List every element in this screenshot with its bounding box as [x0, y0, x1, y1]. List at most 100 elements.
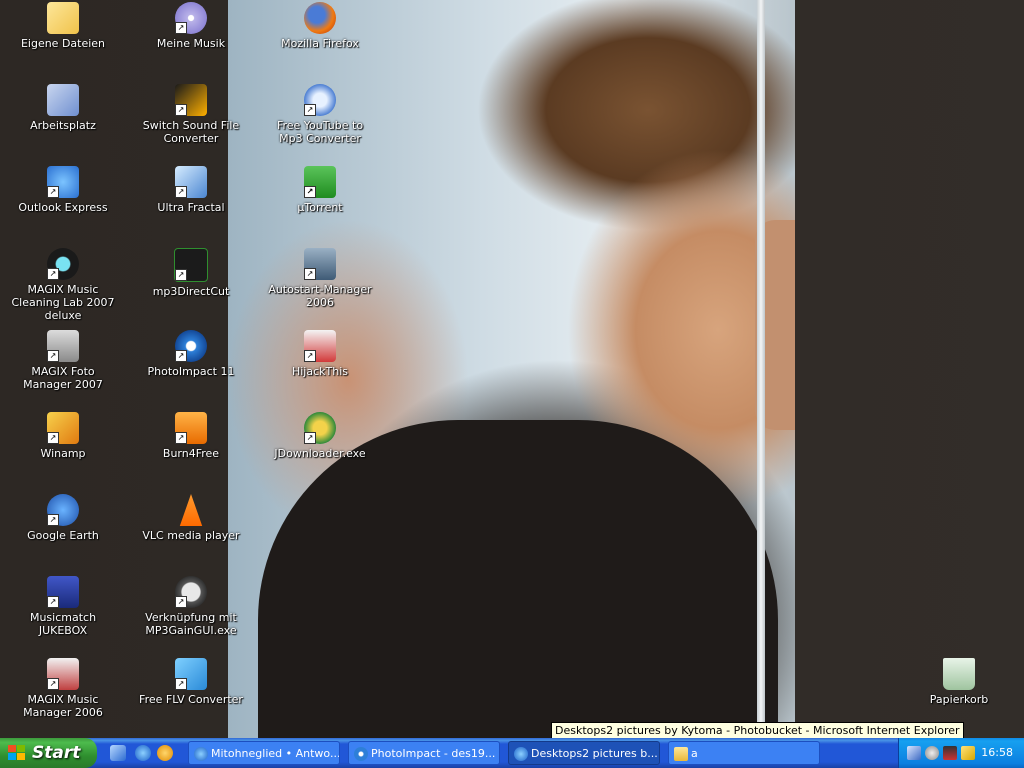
desktop-icon-label: Verknüpfung mit MP3GainGUI.exe	[145, 611, 237, 637]
desktop-icon-magix-foto-manager[interactable]: ↗ MAGIX Foto Manager 2007	[8, 330, 118, 391]
shortcut-arrow-icon: ↗	[175, 22, 187, 34]
shortcut-arrow-icon: ↗	[47, 514, 59, 526]
photoimpact-icon: ↗	[175, 330, 207, 362]
taskbar-task-mitohneglied[interactable]: Mitohneglied • Antwo...	[188, 741, 340, 765]
desktop-icon-photoimpact[interactable]: ↗ PhotoImpact 11	[136, 330, 246, 378]
desktop-icon-google-earth[interactable]: ↗ Google Earth	[8, 494, 118, 542]
desktop-icon-meine-musik[interactable]: ↗ Meine Musik	[136, 2, 246, 50]
desktop-icon-label: Burn4Free	[162, 447, 220, 460]
desktop-icon-mp3gain[interactable]: ↗ Verknüpfung mit MP3GainGUI.exe	[136, 576, 246, 637]
taskbar-task-desktops2[interactable]: Desktops2 pictures b...	[508, 741, 660, 765]
wallpaper-shirt-shape	[258, 420, 778, 738]
desktop-icon-autostart-manager[interactable]: ↗ Autostart-Manager 2006	[265, 248, 375, 309]
desktop-icon-label: Meine Musik	[156, 37, 226, 50]
desktop-icon-label: Eigene Dateien	[20, 37, 106, 50]
my-documents-icon	[47, 2, 79, 34]
shortcut-arrow-icon: ↗	[304, 186, 316, 198]
desktop-icon-label: Mozilla Firefox	[281, 37, 359, 50]
winamp-icon: ↗	[47, 412, 79, 444]
desktop-icon-label: Switch Sound File Converter	[142, 119, 240, 145]
task-label: PhotoImpact - des19...	[371, 747, 496, 760]
desktop: Eigene Dateien Arbeitsplatz ↗ Outlook Ex…	[0, 0, 1024, 738]
autostart-manager-icon: ↗	[304, 248, 336, 280]
wallpaper-page-edge	[757, 0, 765, 738]
pencil-icon[interactable]	[961, 746, 975, 760]
utorrent-icon: ↗	[304, 166, 336, 198]
shortcut-arrow-icon: ↗	[47, 350, 59, 362]
desktop-icon-winamp[interactable]: ↗ Winamp	[8, 412, 118, 460]
media-player-icon[interactable]	[157, 745, 173, 761]
recycle-bin-icon	[943, 658, 975, 690]
desktop-icon-firefox[interactable]: Mozilla Firefox	[265, 2, 375, 50]
desktop-icon-label: HijackThis	[291, 365, 349, 378]
desktop-icon-label: MAGIX Music Cleaning Lab 2007 deluxe	[11, 283, 115, 322]
desktop-icon-label: Free FLV Converter	[139, 693, 243, 706]
shortcut-arrow-icon: ↗	[304, 268, 316, 280]
shortcut-arrow-icon: ↗	[304, 350, 316, 362]
desktop-icon-switch-converter[interactable]: ↗ Switch Sound File Converter	[136, 84, 246, 145]
desktop-icon-arbeitsplatz[interactable]: Arbeitsplatz	[8, 84, 118, 132]
outlook-express-icon: ↗	[47, 166, 79, 198]
internet-explorer-icon	[514, 747, 528, 761]
windows-logo-icon	[8, 745, 26, 761]
magix-music-manager-icon: ↗	[47, 658, 79, 690]
desktop-icon-utorrent[interactable]: ↗ µTorrent	[265, 166, 375, 214]
desktop-icon-label: mp3DirectCut	[152, 285, 230, 298]
globe-icon: ↗	[47, 494, 79, 526]
musicmatch-icon: ↗	[47, 576, 79, 608]
mp3directcut-icon: ↗	[174, 248, 208, 282]
taskbar-tooltip: Desktops2 pictures by Kytoma - Photobuck…	[551, 722, 964, 739]
desktop-icon-youtube-mp3[interactable]: ↗ Free YouTube to Mp3 Converter	[265, 84, 375, 145]
desktop-icon-label: Arbeitsplatz	[30, 119, 96, 132]
internet-explorer-icon[interactable]	[135, 745, 151, 761]
shortcut-arrow-icon: ↗	[47, 186, 59, 198]
task-label: Mitohneglied • Antwo...	[211, 747, 340, 760]
desktop-icon-label: Musicmatch JUKEBOX	[29, 611, 97, 637]
desktop-icon-outlook-express[interactable]: ↗ Outlook Express	[8, 166, 118, 214]
desktop-icon-musicmatch[interactable]: ↗ Musicmatch JUKEBOX	[8, 576, 118, 637]
start-label: Start	[32, 743, 81, 763]
fractal-icon: ↗	[175, 166, 207, 198]
shortcut-arrow-icon: ↗	[47, 596, 59, 608]
volume-icon[interactable]	[925, 746, 939, 760]
taskbar-task-folder-a[interactable]: a	[668, 741, 820, 765]
desktop-icon-mp3directcut[interactable]: ↗ mp3DirectCut	[136, 248, 246, 298]
camera-icon: ↗	[47, 330, 79, 362]
firefox-icon	[304, 2, 336, 34]
desktop-icon-label: JDownloader.exe	[274, 447, 366, 460]
desktop-icon-vlc[interactable]: VLC media player	[136, 494, 246, 542]
desktop-icon-free-flv-converter[interactable]: ↗ Free FLV Converter	[136, 658, 246, 706]
taskbar: Start Mitohneglied • Antwo... PhotoImpac…	[0, 738, 1024, 768]
shortcut-arrow-icon: ↗	[175, 104, 187, 116]
desktop-icon-label: µTorrent	[297, 201, 343, 214]
monitor-icon[interactable]	[943, 746, 957, 760]
desktop-icon-ultra-fractal[interactable]: ↗ Ultra Fractal	[136, 166, 246, 214]
desktop-icon-eigene-dateien[interactable]: Eigene Dateien	[8, 2, 118, 50]
folder-icon	[674, 747, 688, 761]
burn4free-icon: ↗	[175, 412, 207, 444]
desktop-icon-label: Google Earth	[27, 529, 99, 542]
music-cd-icon: ↗	[175, 2, 207, 34]
desktop-icon-jdownloader[interactable]: ↗ JDownloader.exe	[265, 412, 375, 460]
switch-converter-icon: ↗	[175, 84, 207, 116]
shortcut-arrow-icon: ↗	[47, 678, 59, 690]
vlc-cone-icon	[179, 494, 203, 526]
desktop-icon-papierkorb[interactable]: Papierkorb	[904, 658, 1014, 706]
shortcut-arrow-icon: ↗	[304, 104, 316, 116]
photoimpact-icon	[354, 747, 368, 761]
desktop-icon-magix-cleaning-lab[interactable]: ↗ MAGIX Music Cleaning Lab 2007 deluxe	[8, 248, 118, 322]
start-button[interactable]: Start	[0, 738, 97, 768]
desktop-icon-label: Outlook Express	[18, 201, 108, 214]
mp3gain-icon: ↗	[175, 576, 207, 608]
clock[interactable]: 16:58	[981, 738, 1013, 768]
show-desktop-icon[interactable]	[110, 745, 126, 761]
my-computer-icon	[47, 84, 79, 116]
desktop-icon-label: Papierkorb	[929, 693, 989, 706]
desktop-icon-burn4free[interactable]: ↗ Burn4Free	[136, 412, 246, 460]
desktop-icon-magix-music-manager[interactable]: ↗ MAGIX Music Manager 2006	[8, 658, 118, 719]
desktop-icon-hijackthis[interactable]: ↗ HijackThis	[265, 330, 375, 378]
network-icon[interactable]	[907, 746, 921, 760]
desktop-icon-label: Autostart-Manager 2006	[268, 283, 372, 309]
internet-explorer-icon	[194, 747, 208, 761]
taskbar-task-photoimpact[interactable]: PhotoImpact - des19...	[348, 741, 500, 765]
